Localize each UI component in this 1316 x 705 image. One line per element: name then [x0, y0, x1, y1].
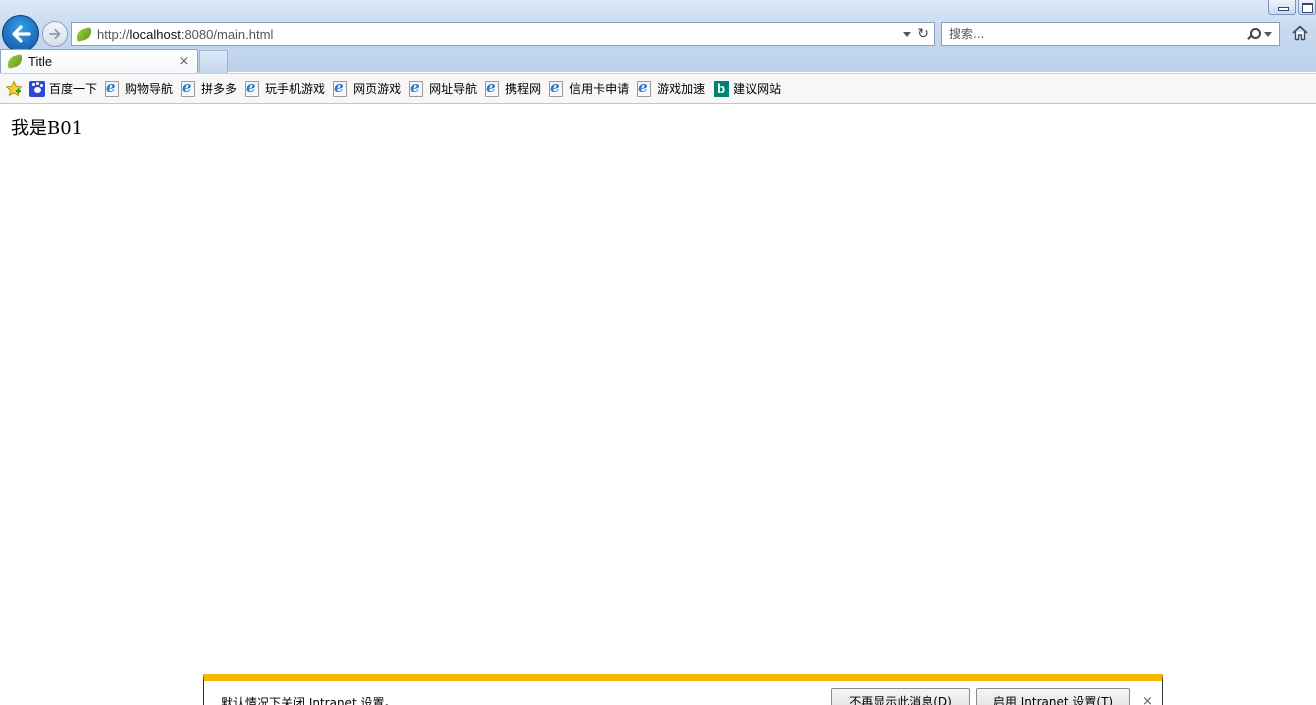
tab-favicon-icon [5, 54, 25, 69]
refresh-icon[interactable]: ↻ [917, 27, 929, 41]
dont-show-again-button[interactable]: 不再显示此消息(D) [831, 688, 970, 705]
favorite-label: 网址导航 [429, 82, 478, 96]
site-favicon-icon [74, 26, 94, 42]
bing-icon: b [713, 80, 729, 97]
favorite-url-nav[interactable]: 网址导航 [409, 78, 478, 97]
tab-close-icon[interactable]: × [177, 54, 191, 69]
address-url[interactable]: http://localhost:8080/main.html [97, 27, 903, 42]
page-text: 我是B01 [11, 118, 84, 139]
back-button[interactable] [2, 15, 39, 52]
favorite-label: 建议网站 [733, 82, 782, 96]
new-tab-button[interactable] [199, 50, 228, 73]
favorite-label: 百度一下 [49, 82, 98, 96]
ie-icon [409, 78, 425, 97]
ie-icon [245, 78, 261, 97]
favorite-web-games[interactable]: 网页游戏 [333, 78, 402, 97]
favorites-bar: 百度一下 购物导航 拼多多 玩手机游戏 网页游戏 网址导航 携程网 信用卡申请 … [0, 73, 1316, 104]
search-input[interactable] [942, 27, 1246, 41]
favorite-label: 玩手机游戏 [265, 82, 326, 96]
notification-message: 默认情况下关闭 Intranet 设置。 [221, 696, 397, 705]
forward-button[interactable] [42, 21, 68, 47]
favorites-star-icon[interactable] [5, 79, 23, 98]
favorite-label: 拼多多 [201, 82, 238, 96]
favorite-suggested-sites[interactable]: b 建议网站 [713, 80, 781, 97]
browser-chrome: http://localhost:8080/main.html ↻ Title … [0, 0, 1316, 73]
favorite-label: 网页游戏 [353, 82, 402, 96]
forward-arrow-icon [49, 29, 61, 39]
search-icon[interactable] [1246, 27, 1261, 41]
maximize-button[interactable] [1298, 0, 1316, 15]
favorite-label: 信用卡申请 [569, 82, 630, 96]
search-provider-dropdown-icon[interactable] [1264, 31, 1272, 37]
tab-title: Title [28, 54, 53, 69]
search-box[interactable] [941, 22, 1280, 46]
favorite-mobile-games[interactable]: 玩手机游戏 [245, 78, 326, 97]
ie-icon [485, 78, 501, 97]
ie-icon [105, 78, 121, 97]
favorite-label: 携程网 [505, 82, 542, 96]
favorite-pinduoduo[interactable]: 拼多多 [181, 78, 238, 97]
ie-icon [333, 78, 349, 97]
enable-intranet-button[interactable]: 启用 Intranet 设置(T) [976, 688, 1130, 705]
notification-bar: 默认情况下关闭 Intranet 设置。 不再显示此消息(D) 启用 Intra… [203, 674, 1163, 705]
back-arrow-icon [11, 24, 31, 43]
notification-close-icon[interactable]: × [1142, 694, 1153, 705]
tab-strip: Title × [0, 49, 228, 73]
favorite-credit-card[interactable]: 信用卡申请 [549, 78, 630, 97]
address-bar[interactable]: http://localhost:8080/main.html ↻ [71, 22, 935, 46]
baidu-paw-icon [29, 80, 45, 97]
window-controls [1266, 0, 1316, 16]
home-icon[interactable] [1291, 24, 1309, 42]
favorite-ctrip[interactable]: 携程网 [485, 78, 542, 97]
ie-icon [181, 78, 197, 97]
ie-icon [637, 78, 653, 97]
address-dropdown-icon[interactable] [903, 31, 912, 37]
minimize-button[interactable] [1268, 0, 1296, 15]
favorite-shopping-nav[interactable]: 购物导航 [105, 78, 174, 97]
favorite-baidu[interactable]: 百度一下 [29, 80, 97, 97]
favorite-label: 游戏加速 [657, 82, 706, 96]
tab-main[interactable]: Title × [0, 49, 198, 73]
ie-icon [549, 78, 565, 97]
favorite-game-accelerator[interactable]: 游戏加速 [637, 78, 706, 97]
favorite-label: 购物导航 [125, 82, 174, 96]
